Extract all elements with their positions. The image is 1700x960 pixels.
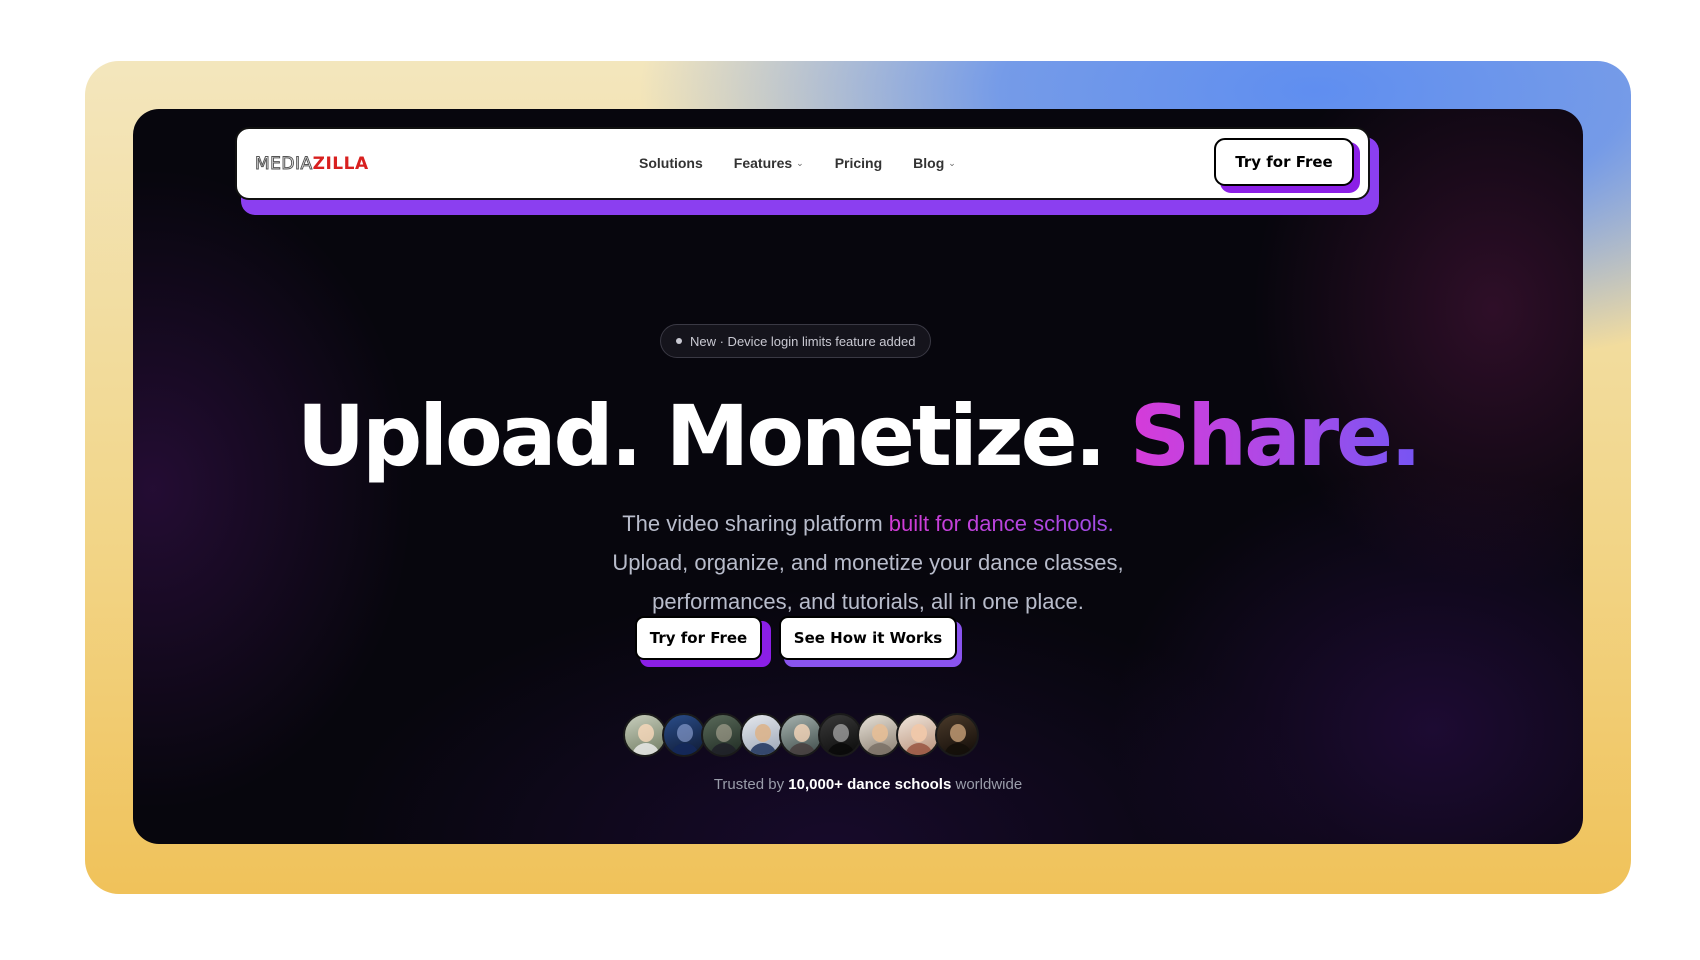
chevron-down-icon: ⌄ [948, 157, 956, 168]
navbar: MEDIAZILLA Solutions Features ⌄ Pricing … [235, 127, 1370, 200]
trusted-count: 10,000+ dance schools [788, 776, 952, 793]
nav-item-label: Solutions [639, 155, 703, 171]
announcement-badge[interactable]: New · Device login limits feature added [660, 324, 932, 358]
headline-white: Upload. Monetize. [296, 387, 1130, 485]
logo-part-media: MEDIA [255, 154, 313, 175]
nav-menu: Solutions Features ⌄ Pricing Blog ⌄ [639, 155, 956, 171]
nav-item-pricing[interactable]: Pricing [835, 155, 882, 171]
avatar [896, 713, 940, 757]
avatar [623, 713, 667, 757]
try-free-button[interactable]: Try for Free [635, 616, 762, 660]
logo-part-zilla: ZILLA [312, 154, 369, 174]
website-screen: MEDIAZILLA Solutions Features ⌄ Pricing … [133, 109, 1583, 844]
gradient-frame: MEDIAZILLA Solutions Features ⌄ Pricing … [85, 61, 1631, 894]
chevron-down-icon: ⌄ [796, 157, 804, 168]
avatar [701, 713, 745, 757]
avatar [818, 713, 862, 757]
trusted-by-text: Trusted by 10,000+ dance schools worldwi… [133, 776, 1583, 793]
hero-headline: Upload. Monetize. Share. [133, 387, 1583, 485]
avatar-stack [623, 713, 979, 757]
avatar [857, 713, 901, 757]
mediazilla-logo[interactable]: MEDIAZILLA [255, 154, 369, 175]
headline-gradient: Share. [1129, 387, 1422, 485]
avatar [935, 713, 979, 757]
avatar [662, 713, 706, 757]
badge-text: New · Device login limits feature added [690, 333, 916, 349]
avatar [779, 713, 823, 757]
badge-dot-icon [676, 338, 682, 344]
subtitle-line-1: The video sharing platform built for dan… [133, 504, 1583, 543]
nav-item-features[interactable]: Features ⌄ [734, 155, 804, 171]
see-how-it-works-button[interactable]: See How it Works [779, 616, 957, 660]
nav-item-label: Blog [913, 155, 945, 171]
subtitle-highlight: built for dance schools. [888, 511, 1114, 536]
hero-subtitle: The video sharing platform built for dan… [133, 504, 1583, 621]
avatar [740, 713, 784, 757]
subtitle-plain: The video sharing platform [622, 511, 889, 536]
subtitle-line-2: Upload, organize, and monetize your danc… [612, 550, 1124, 575]
nav-item-label: Features [733, 155, 793, 171]
nav-item-solutions[interactable]: Solutions [639, 155, 703, 171]
trusted-prefix: Trusted by [713, 776, 789, 793]
nav-item-blog[interactable]: Blog ⌄ [913, 155, 956, 171]
nav-item-label: Pricing [834, 155, 883, 171]
nav-try-free-button[interactable]: Try for Free [1214, 138, 1354, 186]
trusted-suffix: worldwide [951, 776, 1023, 793]
